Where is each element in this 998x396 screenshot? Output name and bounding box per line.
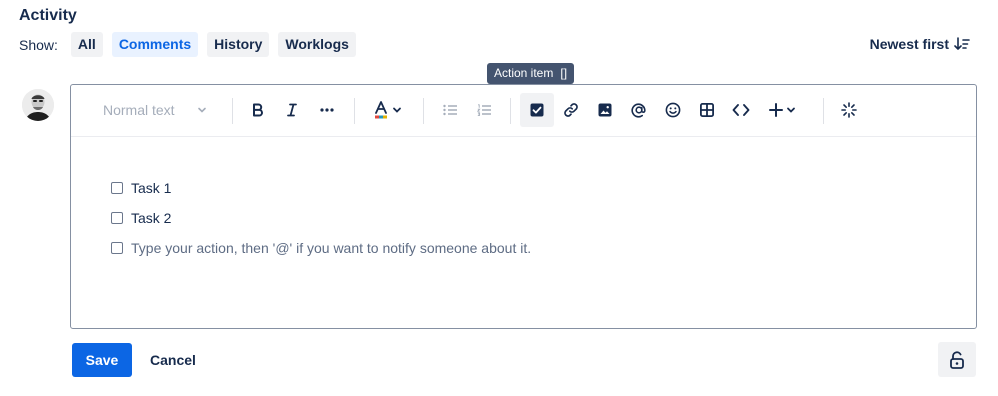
more-formatting-button[interactable]	[312, 93, 342, 127]
table-icon	[700, 103, 714, 117]
activity-heading: Activity	[19, 7, 77, 24]
sparkle-loading-icon	[841, 102, 857, 118]
toolbar-divider	[354, 98, 355, 124]
link-button[interactable]	[556, 93, 586, 127]
text-color-icon	[374, 101, 387, 119]
activity-filter-bar: Show: All Comments History Worklogs	[19, 32, 365, 57]
code-snippet-button[interactable]	[726, 93, 756, 127]
sort-order-label: Newest first	[869, 36, 949, 52]
chevron-down-icon	[198, 107, 206, 113]
text-color-button[interactable]	[367, 93, 407, 127]
filter-history[interactable]: History	[207, 32, 270, 57]
cancel-button[interactable]: Cancel	[140, 343, 206, 377]
checkbox-checked-icon	[530, 103, 544, 117]
task-checkbox[interactable]	[111, 242, 123, 254]
italic-icon	[287, 103, 297, 117]
save-button[interactable]: Save	[72, 343, 132, 377]
filter-all[interactable]: All	[70, 32, 103, 57]
chevron-down-icon	[392, 107, 401, 113]
text-style-label: Normal text	[103, 102, 175, 118]
more-icon	[320, 108, 334, 112]
task-item: Task 1	[111, 173, 531, 203]
toolbar-divider	[423, 98, 424, 124]
sort-order-button[interactable]: Newest first	[870, 36, 970, 52]
comment-editor[interactable]: Normal text Task 1 Task 2 Type your acti…	[70, 84, 977, 329]
emoji-icon	[665, 102, 681, 118]
editor-toolbar: Normal text	[71, 85, 976, 137]
bullet-list-button[interactable]	[435, 93, 465, 127]
toolbar-divider	[823, 98, 824, 124]
link-icon	[564, 103, 578, 117]
filter-comments[interactable]: Comments	[111, 32, 199, 57]
numbered-list-icon	[477, 104, 491, 116]
avatar	[22, 89, 54, 121]
action-item-button[interactable]	[520, 93, 554, 127]
unlock-icon	[950, 350, 964, 369]
restrict-visibility-button[interactable]	[938, 342, 976, 377]
task-text[interactable]: Task 1	[131, 180, 171, 196]
toolbar-divider	[232, 98, 233, 124]
action-item-tooltip: Action item []	[487, 63, 575, 84]
task-checkbox[interactable]	[111, 182, 123, 194]
filter-worklogs[interactable]: Worklogs	[278, 32, 356, 57]
show-label: Show:	[19, 36, 58, 53]
text-style-dropdown[interactable]: Normal text	[95, 93, 213, 127]
bold-button[interactable]	[243, 93, 273, 127]
table-button[interactable]	[692, 93, 722, 127]
italic-button[interactable]	[277, 93, 307, 127]
task-checkbox[interactable]	[111, 212, 123, 224]
sort-descending-icon	[954, 37, 970, 50]
bold-icon	[253, 103, 263, 117]
insert-more-button[interactable]	[762, 93, 802, 127]
image-icon	[598, 103, 612, 117]
numbered-list-button[interactable]	[469, 93, 499, 127]
code-icon	[732, 104, 750, 116]
task-placeholder-text[interactable]: Type your action, then '@' if you want t…	[131, 240, 531, 256]
toolbar-divider	[510, 98, 511, 124]
task-text[interactable]: Task 2	[131, 210, 171, 226]
editor-content[interactable]: Task 1 Task 2 Type your action, then '@'…	[111, 173, 531, 263]
emoji-button[interactable]	[658, 93, 688, 127]
chevron-down-icon	[786, 107, 795, 113]
mention-button[interactable]	[624, 93, 654, 127]
ai-assist-button[interactable]	[834, 93, 864, 127]
bullet-list-icon	[443, 104, 457, 116]
image-button[interactable]	[590, 93, 620, 127]
tooltip-label: Action item	[494, 66, 554, 80]
task-item: Task 2	[111, 203, 531, 233]
tooltip-shortcut: []	[560, 66, 568, 80]
plus-icon	[768, 103, 783, 117]
mention-icon	[631, 103, 646, 118]
user-avatar-image	[22, 89, 54, 121]
task-item-placeholder: Type your action, then '@' if you want t…	[111, 233, 531, 263]
